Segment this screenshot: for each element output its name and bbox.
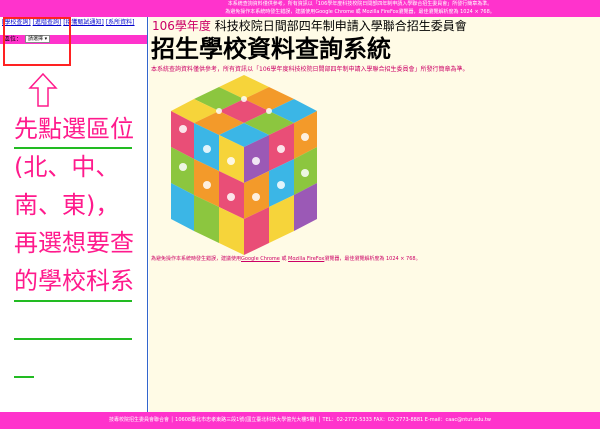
annotation-text: 先點選區位(北、中、南、東)，再選想要查的學校科系	[14, 115, 134, 295]
browser-note: 為避免操作本系統時發生錯誤，建議使用Google Chrome 或 Mozill…	[151, 256, 421, 263]
main-content: 106學年度 科技校院日間部四年制申請入學聯合招生委員會 招生學校資料查詢系統 …	[149, 17, 600, 412]
top-banner: 本系統查詢資料僅供參考，所有資訊以「106學年度科技校院日間部四年制申請入學聯合…	[0, 0, 600, 17]
banner-line-2: 為避免操作本系統時發生錯誤，建議使用Google Chrome 或 Mozill…	[225, 9, 495, 15]
underline-1	[14, 147, 132, 149]
year-rest: 科技校院日間部四年制申請入學聯合招生委員會	[210, 19, 467, 33]
footer: 技專校院招生委員會聯合會 │ 10608臺北市忠孝東路三段1號(國立臺北科技大學…	[0, 412, 600, 429]
sidebar: [學校查詢] [進階查詢] [接獲甄試通知] [系所資料] 區位： 請選擇 ▾ 先…	[0, 17, 148, 412]
highlight-box	[3, 17, 71, 66]
arrow-up-icon	[28, 72, 58, 107]
page-title: 招生學校資料查詢系統	[151, 34, 391, 63]
underline-2	[14, 300, 132, 302]
note-suffix: 瀏覽器，最佳瀏覽解析度為 1024 × 768。	[324, 256, 421, 262]
link-department[interactable]: [系所資料]	[106, 19, 135, 26]
underline-3	[14, 338, 132, 340]
firefox-link[interactable]: Mozilla FireFox	[288, 256, 324, 262]
note-or: 或	[279, 256, 289, 262]
chrome-link[interactable]: Google Chrome	[241, 256, 280, 262]
underline-4	[14, 376, 34, 378]
banner-line-1: 本系統查詢資料僅供參考，所有資訊以「106學年度科技校院日間部四年制申請入學聯合…	[227, 1, 493, 7]
cube-illustration	[171, 75, 317, 255]
year-title: 106學年度 科技校院日間部四年制申請入學聯合招生委員會	[152, 19, 467, 33]
note-prefix: 為避免操作本系統時發生錯誤，建議使用	[151, 256, 242, 262]
year-prefix: 106學年度	[152, 19, 211, 33]
